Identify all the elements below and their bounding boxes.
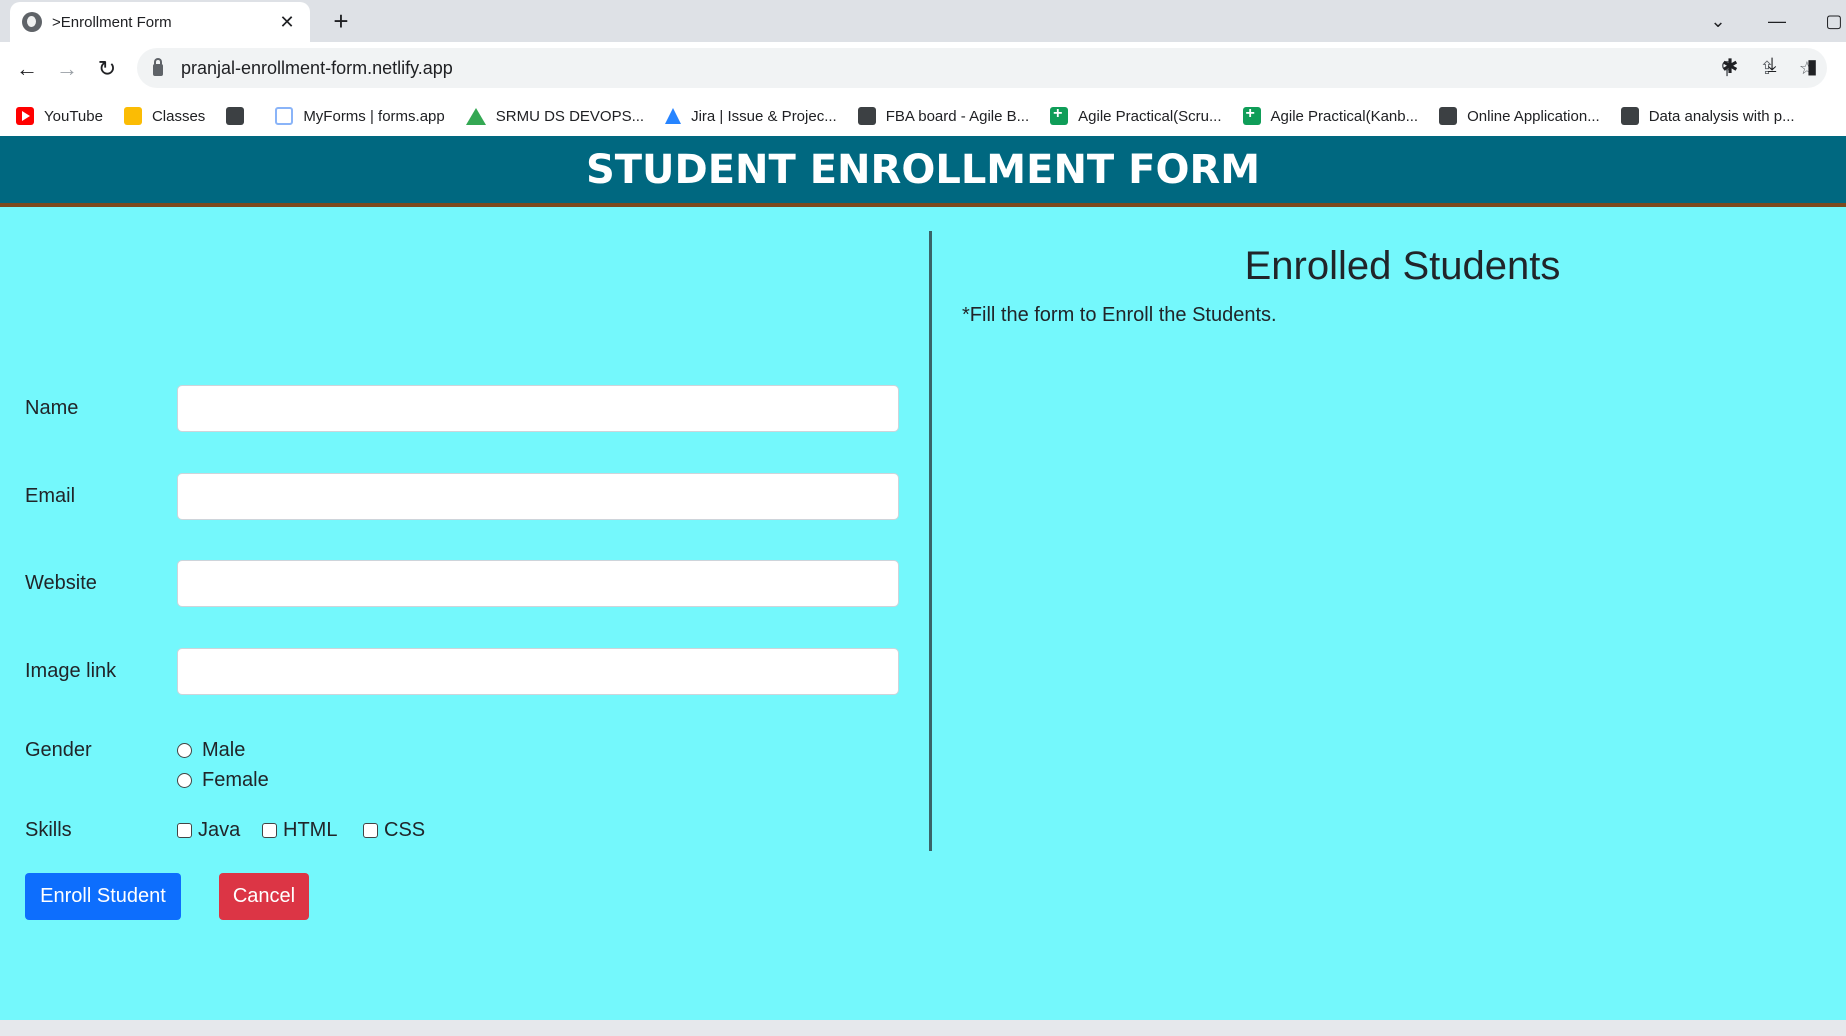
css-checkbox[interactable]: [363, 823, 378, 838]
restore-button[interactable]: ▢: [1814, 6, 1846, 36]
close-tab-icon[interactable]: ✕: [276, 12, 298, 33]
bookmark-globe[interactable]: [226, 107, 254, 125]
new-tab-button[interactable]: +: [326, 6, 356, 36]
globe-icon: [1439, 107, 1458, 125]
page-content: STUDENT ENROLLMENT FORM Name Email Websi…: [0, 136, 1846, 1020]
back-arrow-icon[interactable]: ←: [12, 54, 42, 84]
page-header: STUDENT ENROLLMENT FORM: [0, 136, 1846, 207]
address-bar[interactable]: pranjal-enrollment-form.netlify.app ⚲ ⇪ …: [137, 48, 1827, 88]
website-input[interactable]: [177, 560, 899, 607]
globe-icon: [22, 12, 42, 32]
gender-female-option[interactable]: Female: [177, 769, 269, 792]
bookmark-classes[interactable]: Classes: [123, 107, 205, 125]
tab-title: >Enrollment Form: [52, 13, 172, 31]
male-radio[interactable]: [177, 743, 192, 758]
side-panel-icon[interactable]: ▮: [1794, 54, 1830, 79]
bookmarks-bar: YouTube Classes MyForms | forms.app SRMU…: [0, 96, 1846, 136]
youtube-icon: [16, 107, 34, 125]
page-title: STUDENT ENROLLMENT FORM: [585, 146, 1261, 193]
download-icon[interactable]: ⤓: [1754, 54, 1790, 77]
female-radio[interactable]: [177, 773, 192, 788]
taskbar: [0, 1020, 1846, 1036]
chevron-down-icon[interactable]: ⌄: [1698, 6, 1738, 36]
name-input[interactable]: [177, 385, 899, 432]
enroll-student-button[interactable]: Enroll Student: [25, 873, 181, 920]
bookmark-myforms[interactable]: MyForms | forms.app: [275, 107, 445, 125]
cancel-button[interactable]: Cancel: [219, 873, 309, 920]
sheets-icon: [1242, 105, 1261, 125]
male-label: Male: [202, 739, 246, 761]
reload-icon[interactable]: ↻: [92, 54, 122, 84]
css-label: CSS: [384, 819, 426, 841]
html-checkbox[interactable]: [262, 823, 277, 838]
java-checkbox[interactable]: [177, 823, 192, 838]
bookmark-jira[interactable]: Jira | Issue & Projec...: [665, 108, 837, 125]
java-label: Java: [198, 819, 241, 841]
browser-toolbar: ← → ↻ pranjal-enrollment-form.netlify.ap…: [0, 42, 1846, 96]
url-text: pranjal-enrollment-form.netlify.app: [181, 57, 453, 78]
skill-css-option[interactable]: CSS: [363, 819, 425, 842]
email-label: Email: [25, 485, 76, 507]
enrolled-students-title: Enrolled Students: [1244, 244, 1561, 288]
website-label: Website: [25, 572, 97, 594]
image-link-input[interactable]: [177, 648, 899, 695]
gender-male-option[interactable]: Male: [177, 739, 245, 762]
gender-label: Gender: [25, 739, 92, 761]
tab-enrollment-form[interactable]: >Enrollment Form ✕: [10, 2, 310, 42]
forms-icon: [275, 107, 294, 125]
jira-icon: [665, 108, 682, 124]
bookmark-data-analysis[interactable]: Data analysis with p...: [1620, 107, 1795, 125]
bookmark-agile-kanban[interactable]: Agile Practical(Kanb...: [1242, 105, 1418, 125]
bookmark-srmu[interactable]: SRMU DS DEVOPS...: [465, 107, 644, 125]
minimize-button[interactable]: —: [1757, 6, 1797, 36]
female-label: Female: [202, 769, 269, 791]
drive-icon: [465, 107, 486, 125]
bookmark-fba[interactable]: FBA board - Agile B...: [857, 107, 1029, 125]
globe-icon: [226, 107, 245, 125]
tab-strip: >Enrollment Form ✕ + ⌄ — ▢: [0, 0, 1846, 42]
bookmark-online-application[interactable]: Online Application...: [1439, 107, 1600, 125]
bookmark-agile-scrum[interactable]: Agile Practical(Scru...: [1050, 105, 1222, 125]
extensions-icon[interactable]: ✱: [1712, 54, 1748, 79]
enrolled-students-note: *Fill the form to Enroll the Students.: [962, 304, 1277, 326]
skills-label: Skills: [25, 819, 72, 841]
globe-icon: [857, 107, 876, 125]
skill-java-option[interactable]: Java: [177, 819, 240, 842]
name-label: Name: [25, 397, 79, 419]
image-link-label: Image link: [25, 660, 117, 682]
bookmark-youtube[interactable]: YouTube: [16, 107, 103, 125]
globe-icon: [1620, 107, 1639, 125]
column-divider: [929, 231, 932, 851]
skill-html-option[interactable]: HTML: [262, 819, 337, 842]
classes-icon: [123, 107, 142, 125]
forward-arrow-icon[interactable]: →: [52, 54, 82, 84]
lock-icon: [153, 58, 163, 76]
html-label: HTML: [283, 819, 338, 841]
email-input[interactable]: [177, 473, 899, 520]
sheets-icon: [1050, 105, 1069, 125]
